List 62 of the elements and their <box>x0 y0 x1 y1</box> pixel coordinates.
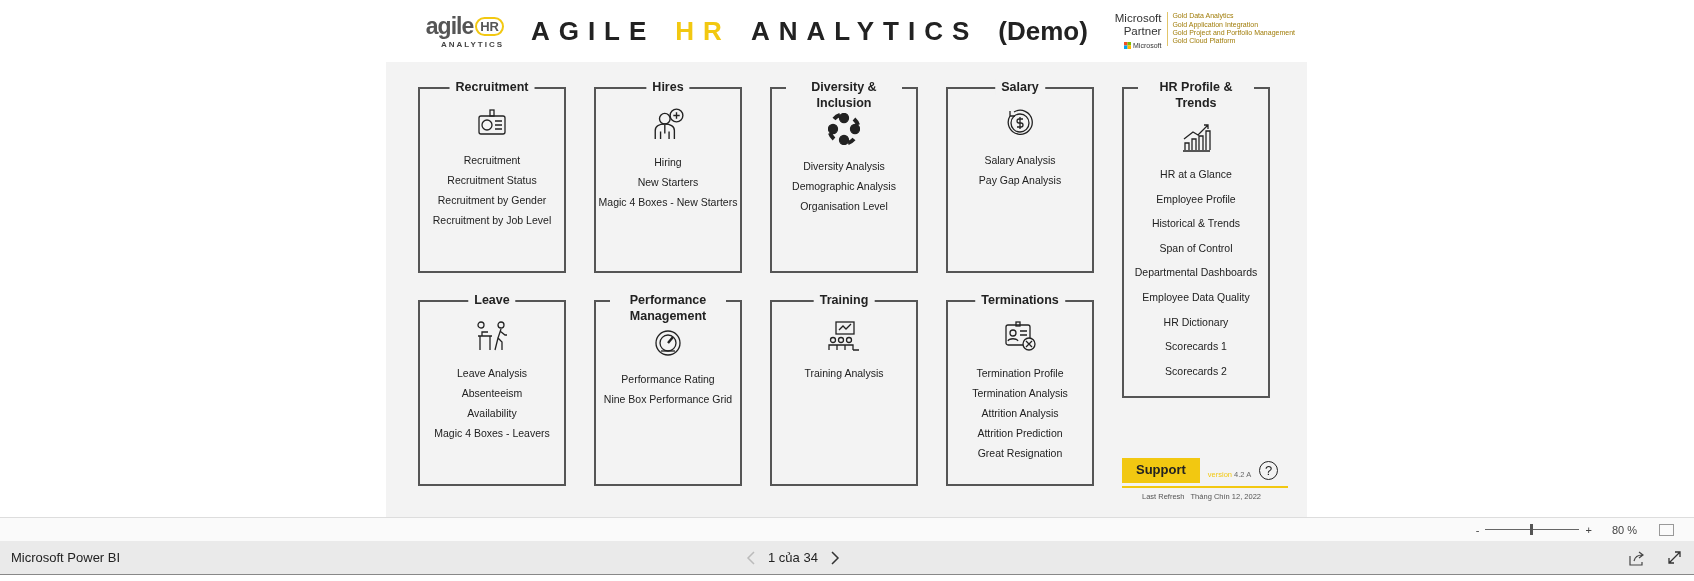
page-indicator: 1 của 34 <box>768 550 818 565</box>
training-room-icon <box>828 320 860 352</box>
nav-link[interactable]: Absenteeism <box>461 386 523 401</box>
nav-link[interactable]: Termination Analysis <box>972 386 1068 401</box>
nav-link[interactable]: Recruitment by Gender <box>437 193 547 208</box>
nav-link[interactable]: Diversity Analysis <box>803 159 885 174</box>
windows-logo-icon <box>1124 42 1131 50</box>
nav-link[interactable]: Departmental Dashboards <box>1134 265 1258 281</box>
nav-link[interactable]: Salary Analysis <box>984 153 1056 168</box>
report-title: (Demo) <box>998 15 1088 47</box>
nav-link[interactable]: Nine Box Performance Grid <box>603 392 733 407</box>
fullscreen-icon[interactable] <box>1667 550 1682 565</box>
app-name: Microsoft Power BI <box>11 550 122 565</box>
nav-link[interactable]: Magic 4 Boxes - New Starters <box>598 195 738 210</box>
people-circle-icon <box>828 113 860 145</box>
nav-link[interactable]: Leave Analysis <box>456 366 527 381</box>
slider-thumb[interactable] <box>1529 524 1533 535</box>
section-title: Performance Management <box>610 292 726 324</box>
nav-link[interactable]: Historical & Trends <box>1151 216 1241 232</box>
nav-link[interactable]: Organisation Level <box>800 199 888 214</box>
nav-link[interactable]: Termination Profile <box>976 366 1064 381</box>
partner-text: Partner <box>1123 25 1162 39</box>
nav-link[interactable]: Scorecards 2 <box>1165 363 1227 379</box>
nav-link[interactable]: Availability <box>467 406 517 421</box>
id-card-remove-icon <box>1004 320 1036 352</box>
nav-link[interactable]: HR at a Glance <box>1160 167 1232 182</box>
report-title: AGILE <box>530 15 656 47</box>
fit-page-icon[interactable] <box>1659 523 1674 536</box>
logo-mark: HR <box>475 17 504 36</box>
nav-link[interactable]: Employee Profile <box>1156 191 1236 207</box>
share-icon[interactable] <box>1629 549 1645 566</box>
nav-link[interactable]: Attrition Prediction <box>977 426 1063 441</box>
walking-person-icon <box>475 320 509 352</box>
logo-text: agile <box>425 13 474 40</box>
nav-link[interactable]: Training Analysis <box>804 366 884 381</box>
bar-chart-icon <box>1180 121 1212 153</box>
zoom-in-button[interactable]: + <box>1585 523 1592 536</box>
next-page-icon[interactable] <box>829 550 840 565</box>
zoom-out-button[interactable]: - <box>1475 523 1480 536</box>
nav-link[interactable]: Great Resignation <box>977 446 1063 461</box>
nav-link[interactable]: Magic 4 Boxes - Leavers <box>434 426 550 441</box>
nav-link[interactable]: New Starters <box>637 175 699 190</box>
section-title: Salary <box>995 79 1045 95</box>
nav-link[interactable]: Employee Data Quality <box>1142 289 1250 305</box>
nav-link[interactable]: Recruitment Status <box>447 173 537 188</box>
nav-link[interactable]: HR Dictionary <box>1163 314 1229 330</box>
section-title: Training <box>813 292 875 308</box>
nav-link[interactable]: Demographic Analysis <box>792 179 896 194</box>
nav-link[interactable]: Span of Control <box>1159 240 1233 256</box>
zoom-percent: 80 % <box>1611 523 1637 536</box>
nav-link[interactable]: Recruitment <box>463 153 521 168</box>
nav-link[interactable]: Pay Gap Analysis <box>978 173 1062 188</box>
nav-link[interactable]: Hiring <box>654 155 682 170</box>
support-button[interactable]: Support <box>1122 458 1200 483</box>
nav-link[interactable]: Recruitment by Job Level <box>432 213 552 228</box>
nav-link[interactable]: Scorecards 1 <box>1165 339 1227 355</box>
report-title: HR <box>675 15 731 47</box>
nav-link[interactable]: Attrition Analysis <box>981 406 1059 421</box>
nav-link[interactable]: Performance Rating <box>621 372 715 387</box>
logo-tagline: ANALYTICS <box>440 40 504 49</box>
report-title: ANALYTICS <box>750 15 979 47</box>
partner-text: Microsoft <box>1114 12 1162 26</box>
